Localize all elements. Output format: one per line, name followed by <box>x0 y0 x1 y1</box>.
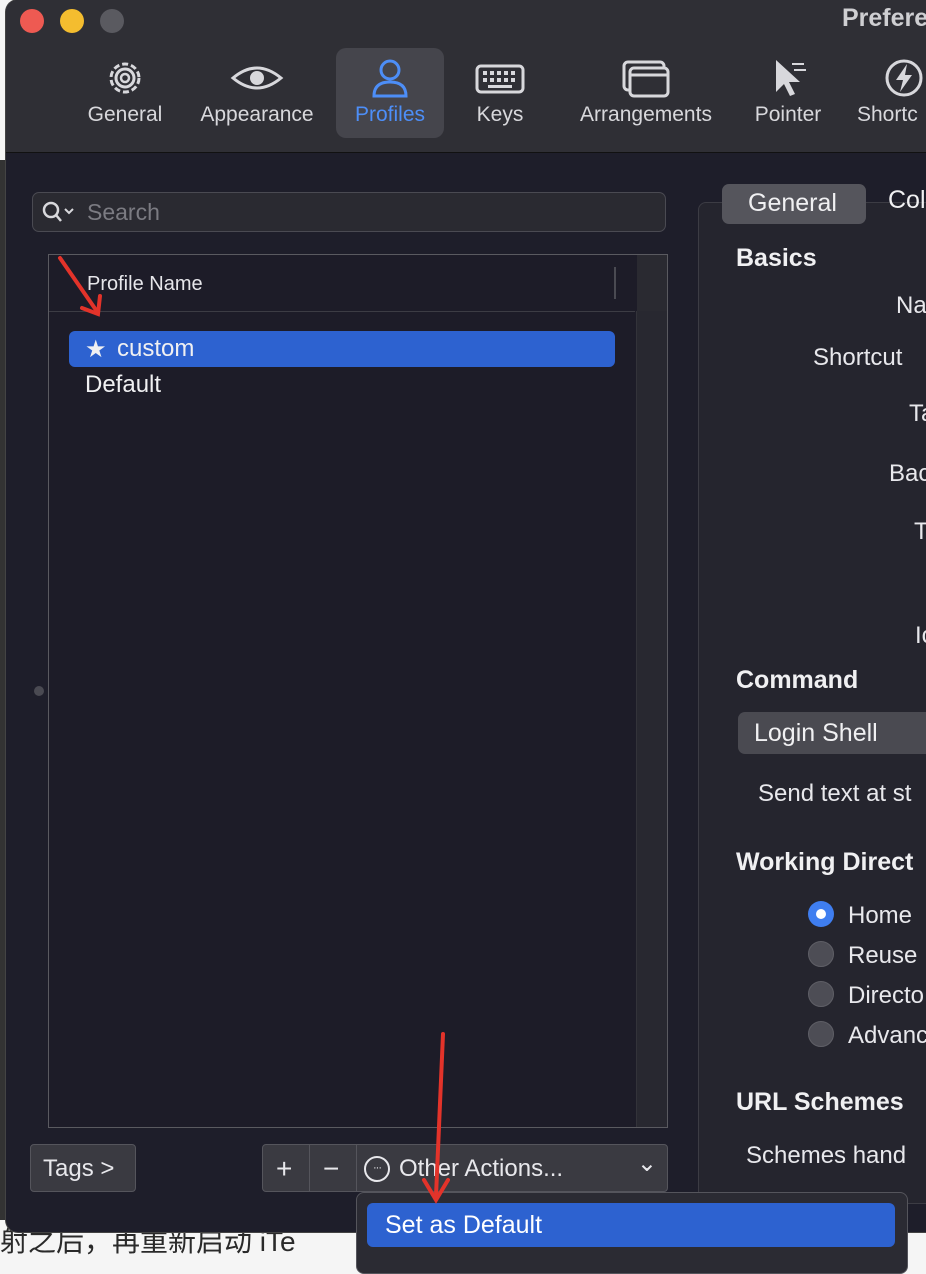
menu-item-label: Set as Default <box>385 1211 543 1239</box>
tab-general-label: General <box>748 189 837 217</box>
label-badge: Bac <box>889 460 926 487</box>
section-command: Command <box>736 666 859 694</box>
toolbar-shortcuts-label: Shortc <box>857 103 918 126</box>
send-text-label: Send text at st <box>758 780 912 807</box>
preferences-window: Prefere General Appearance Profiles Keys… <box>6 0 926 1232</box>
person-icon <box>372 59 408 98</box>
radio-advanced-label: Advanc <box>848 1022 926 1049</box>
toolbar-arrangements-label: Arrangements <box>580 103 712 126</box>
radio-directory-label: Directo <box>848 982 925 1009</box>
other-actions-menu: Set as Default <box>356 1192 908 1274</box>
column-header-profile-name[interactable]: Profile Name <box>87 273 203 296</box>
minimize-window-button[interactable] <box>60 9 84 33</box>
toolbar-profiles[interactable]: Profiles <box>336 48 444 138</box>
toolbar-appearance[interactable]: Appearance <box>190 48 324 138</box>
schemes-handled-label: Schemes hand <box>746 1142 907 1169</box>
radio-home[interactable] <box>808 901 834 927</box>
add-profile-button[interactable]: + <box>262 1144 310 1192</box>
chevron-down-icon: ⌄ <box>636 1150 657 1177</box>
toolbar: Prefere General Appearance Profiles Keys… <box>6 0 926 153</box>
toolbar-keys-label: Keys <box>476 103 524 126</box>
scroll-corner <box>637 255 667 311</box>
windows-icon <box>622 60 670 98</box>
radio-reuse[interactable] <box>808 941 834 967</box>
label-icon: Ic <box>915 622 926 649</box>
menu-item-set-as-default[interactable]: Set as Default <box>367 1203 895 1247</box>
plus-icon: + <box>276 1153 293 1184</box>
radio-home-label: Home <box>848 902 913 929</box>
toolbar-shortcuts[interactable]: Shortc <box>852 48 926 138</box>
toolbar-arrangements[interactable]: Arrangements <box>568 48 724 138</box>
toolbar-pointer-label: Pointer <box>754 103 822 126</box>
label-shortcut: Shortcut <box>813 344 903 371</box>
section-working-directory: Working Direct <box>736 848 914 876</box>
tab-colors[interactable]: Col <box>888 186 926 215</box>
column-divider[interactable] <box>614 267 616 299</box>
search-field[interactable] <box>32 192 666 232</box>
section-basics: Basics <box>736 244 817 272</box>
radio-reuse-label: Reuse <box>848 942 918 969</box>
close-window-button[interactable] <box>20 9 44 33</box>
command-type-value: Login Shell <box>754 719 878 747</box>
scrollbar-track[interactable] <box>636 311 667 1127</box>
other-actions-label: Other Actions... <box>399 1155 564 1182</box>
command-type-popup[interactable]: Login Shell <box>738 712 926 754</box>
toolbar-general-label: General <box>87 103 163 126</box>
tags-button[interactable]: Tags > <box>30 1144 136 1192</box>
tab-general[interactable]: General <box>722 184 866 224</box>
toolbar-keys[interactable]: Keys <box>462 48 538 138</box>
profile-name: custom <box>117 335 195 362</box>
pointer-icon <box>776 60 806 96</box>
tags-button-label: Tags > <box>43 1155 115 1182</box>
eye-icon <box>230 66 284 90</box>
profiles-table: Profile Name ★ custom Default <box>48 254 668 1128</box>
ellipsis-circle-icon: ··· <box>364 1156 390 1182</box>
toolbar-pointer[interactable]: Pointer <box>744 48 832 138</box>
zoom-window-button[interactable] <box>100 9 124 33</box>
section-url-schemes: URL Schemes <box>736 1088 904 1116</box>
splitter-handle[interactable] <box>34 686 44 696</box>
remove-profile-button[interactable]: − <box>309 1144 357 1192</box>
window-title: Prefere <box>842 4 926 32</box>
profile-row-default[interactable]: Default <box>69 367 615 403</box>
radio-directory[interactable] <box>808 981 834 1007</box>
toolbar-general[interactable]: General <box>78 48 172 138</box>
profile-name: Default <box>85 371 162 398</box>
radio-advanced[interactable] <box>808 1021 834 1047</box>
toolbar-appearance-label: Appearance <box>200 103 314 126</box>
toolbar-profiles-label: Profiles <box>354 103 426 126</box>
label-name: Na <box>896 292 926 319</box>
bolt-icon <box>885 59 923 97</box>
other-actions-button[interactable]: ··· Other Actions... ⌄ <box>356 1144 668 1192</box>
label-tags: Ta <box>909 400 926 427</box>
profile-row-custom[interactable]: ★ custom <box>69 331 615 367</box>
keyboard-icon <box>475 64 525 94</box>
gear-icon <box>109 62 141 94</box>
default-star-icon: ★ <box>85 336 107 363</box>
label-title: T <box>914 518 926 545</box>
minus-icon: − <box>323 1153 340 1184</box>
table-header: Profile Name <box>49 255 635 312</box>
search-input[interactable] <box>85 197 649 227</box>
search-icon <box>42 201 74 222</box>
